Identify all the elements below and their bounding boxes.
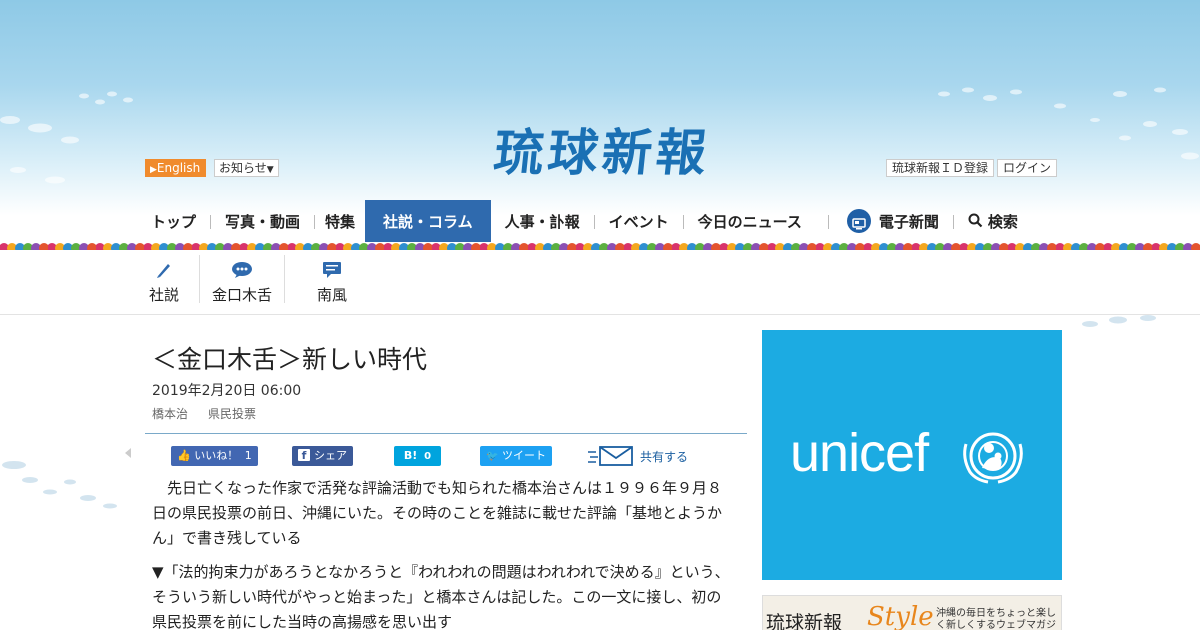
article-date: 2019年2月20日 06:00: [152, 383, 302, 399]
notice-label: お知らせ: [219, 161, 267, 175]
nav-features[interactable]: 特集: [315, 200, 365, 244]
envelope-icon: [588, 446, 633, 466]
english-button[interactable]: ▶English: [145, 159, 207, 177]
facebook-share-button[interactable]: f シェア: [292, 446, 353, 466]
article-paragraph: ▼「法的拘束力があろうとなかろうと『われわれの問題はわれわれで決める』という、そ…: [152, 563, 730, 630]
comment-icon: [323, 262, 341, 278]
article-tag[interactable]: 県民投票: [208, 405, 256, 422]
share-button[interactable]: 共有する: [588, 444, 688, 468]
style-ad-name: 琉球新報: [766, 612, 843, 630]
like-label: いいね！: [194, 449, 239, 462]
facebook-like-button[interactable]: 👍 いいね！ 1: [171, 446, 258, 466]
subnav-nanpu[interactable]: 南風: [285, 255, 379, 305]
search-icon: [968, 213, 983, 228]
notice-dropdown[interactable]: お知らせ▼: [214, 159, 279, 177]
subnav-editorial[interactable]: 社説: [140, 255, 188, 305]
play-icon: ▶: [150, 165, 157, 175]
site-logo[interactable]: 琉球新報: [449, 120, 756, 186]
search-label: 検索: [987, 213, 1018, 231]
twitter-bird-icon: 🐦: [486, 451, 499, 462]
nav-events[interactable]: イベント: [595, 200, 683, 244]
unicef-ad[interactable]: unicef: [762, 330, 1062, 580]
nav-photo-video[interactable]: 写真・動画: [211, 200, 314, 244]
column-subnav: 社説 金口木舌 南風: [140, 255, 379, 305]
subnav-label: 南風: [316, 286, 347, 304]
decorative-band: [0, 242, 1200, 250]
caret-down-icon: ▼: [266, 165, 274, 175]
global-nav: トップ 写真・動画 特集 社説・コラム 人事・訃報 イベント 今日のニュース 電…: [145, 200, 1032, 244]
pen-icon: [157, 264, 170, 278]
nav-editorial-column[interactable]: 社説・コラム: [365, 200, 491, 244]
unicef-emblem-icon: [963, 432, 1023, 484]
hatena-label: B!: [403, 449, 418, 462]
id-register-button[interactable]: 琉球新報ＩＤ登録: [886, 159, 995, 177]
e-paper-icon: [846, 208, 871, 233]
english-label: English: [156, 161, 201, 175]
hatena-count: 0: [424, 451, 432, 462]
thumbs-up-icon: 👍: [177, 449, 191, 462]
share-label: 共有する: [640, 449, 689, 464]
article-body: 先日亡くなった作家で活発な評論活動でも知られた橋本治さんは１９９６年９月８日の県…: [152, 476, 732, 630]
tweet-label: ツイート: [501, 449, 546, 462]
nav-e-paper[interactable]: 電子新聞: [829, 200, 953, 244]
subnav-kinkuchi-mokuzetsu[interactable]: 金口木舌: [200, 255, 284, 305]
article-divider: [145, 433, 747, 434]
login-button[interactable]: ログイン: [997, 159, 1058, 177]
subnav-label: 社説: [148, 286, 179, 304]
facebook-icon: f: [298, 449, 310, 462]
nav-personnel-obituary[interactable]: 人事・訃報: [491, 200, 594, 244]
e-paper-label: 電子新聞: [878, 213, 939, 231]
fb-share-label: シェア: [314, 449, 347, 462]
article-tag[interactable]: 橋本治: [152, 405, 188, 422]
article-paragraph: 先日亡くなった作家で活発な評論活動でも知られた橋本治さんは１９９６年９月８日の県…: [152, 479, 723, 547]
subnav-divider: [0, 314, 1200, 315]
hatena-bookmark-button[interactable]: B! 0: [394, 446, 441, 466]
nav-search[interactable]: 検索: [954, 200, 1032, 244]
ryukyu-style-ad[interactable]: 琉球新報 Style 沖縄の毎日をちょっと楽しく新しくするウェブマガジン: [762, 595, 1062, 630]
article-title: ＜金口木舌＞新しい時代: [152, 345, 428, 374]
unicef-wordmark: unicef: [790, 423, 929, 483]
nav-todays-news[interactable]: 今日のニュース: [684, 200, 816, 244]
subnav-label: 金口木舌: [211, 286, 272, 304]
style-ad-tagline: 沖縄の毎日をちょっと楽しく新しくするウェブマガジン: [936, 608, 1056, 630]
left-arrow-icon: [125, 448, 131, 458]
nav-top[interactable]: トップ: [145, 200, 210, 244]
tweet-button[interactable]: 🐦 ツイート: [480, 446, 552, 466]
style-ad-word: Style: [867, 602, 934, 630]
like-count: 1: [244, 449, 252, 462]
speech-bubble-icon: [232, 262, 252, 278]
